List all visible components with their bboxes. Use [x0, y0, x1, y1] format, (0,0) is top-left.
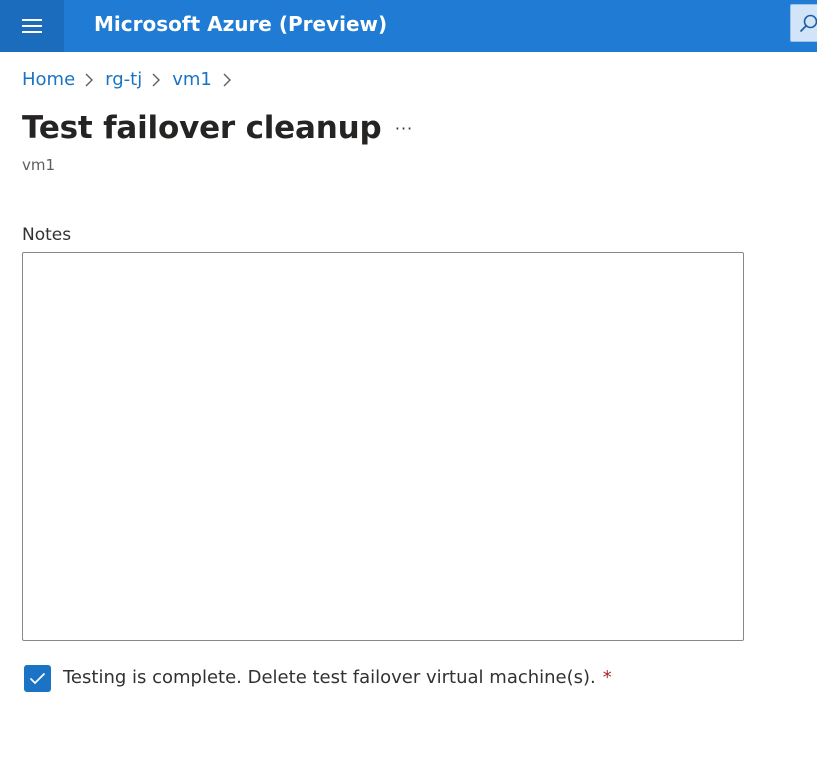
page-subtitle: vm1: [22, 156, 56, 174]
chevron-right-icon: [152, 73, 161, 87]
breadcrumb-vm-link[interactable]: vm1: [172, 68, 212, 92]
top-navigation-bar: Microsoft Azure (Preview): [0, 0, 817, 52]
page-title: Test failover cleanup: [22, 110, 382, 146]
chevron-right-icon: [85, 73, 94, 87]
breadcrumb-home-link[interactable]: Home: [22, 68, 75, 92]
more-options-button[interactable]: ···: [391, 118, 417, 140]
required-indicator: *: [602, 667, 612, 688]
testing-complete-label[interactable]: Testing is complete. Delete test failove…: [63, 665, 596, 691]
testing-complete-confirmation: Testing is complete. Delete test failove…: [24, 664, 612, 692]
notes-textarea[interactable]: [22, 252, 744, 641]
app-title[interactable]: Microsoft Azure (Preview): [94, 10, 387, 38]
breadcrumb: Home rg-tj vm1: [22, 67, 243, 93]
checkmark-icon: [29, 672, 46, 684]
breadcrumb-resource-group-link[interactable]: rg-tj: [105, 68, 142, 92]
search-icon: [799, 14, 817, 33]
notes-label: Notes: [22, 225, 72, 245]
testing-complete-checkbox[interactable]: [24, 664, 51, 692]
chevron-right-icon: [223, 73, 231, 87]
hamburger-menu-button[interactable]: [0, 0, 64, 52]
search-button[interactable]: [790, 4, 817, 42]
hamburger-icon: [22, 19, 42, 33]
